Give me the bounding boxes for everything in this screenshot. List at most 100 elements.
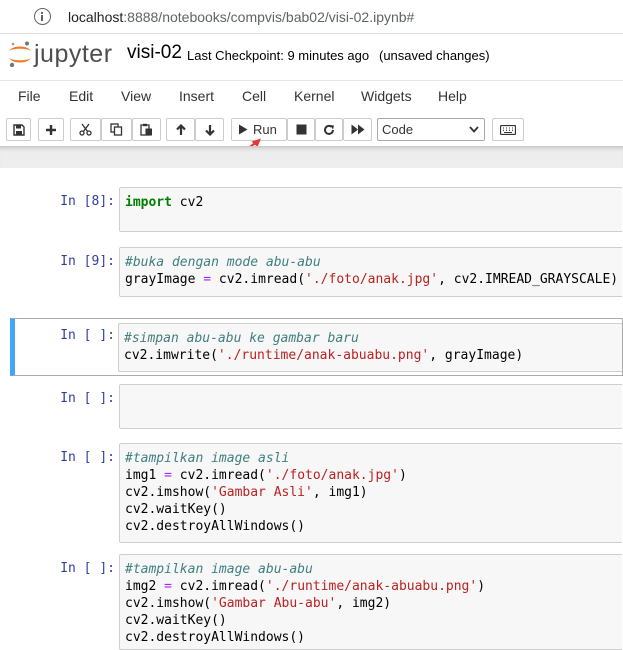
cell-input[interactable]: #buka dengan mode abu-abu grayImage = cv2… [119, 247, 622, 297]
code-line: cv2.waitKey() [125, 501, 617, 518]
string-token: './runtime/anak-abuabu.png' [217, 348, 430, 363]
code-token: cv2.imread( [171, 468, 266, 483]
move-up-button[interactable] [166, 118, 195, 141]
cell-code[interactable]: #tampilkan image abu-abu img2 = cv2.imrea… [120, 555, 622, 650]
code-line: img2 = cv2.imread('./runtime/anak-abuabu… [125, 578, 617, 595]
code-token: cv2.imread( [171, 579, 266, 594]
code-cell-1[interactable]: In [8]: import cv2 [10, 186, 623, 233]
code-token: cv2 [171, 195, 204, 210]
copy-icon [110, 123, 123, 136]
cell-input[interactable]: #tampilkan image abu-abu img2 = cv2.imrea… [119, 554, 622, 650]
command-palette-button[interactable] [492, 118, 524, 141]
string-token: './foto/anak.jpg' [265, 468, 399, 483]
cell-code[interactable]: #simpan abu-abu ke gambar baru cv2.imwrit… [119, 324, 622, 370]
notebook-container: In [8]: import cv2 In [9]: #buka dengan … [0, 168, 623, 650]
code-line: img1 = cv2.imread('./foto/anak.jpg') [125, 467, 617, 484]
code-token: img2 [125, 579, 165, 594]
save-icon [12, 123, 25, 136]
code-token: , img1) [312, 485, 368, 500]
cell-code[interactable]: #tampilkan image asli img1 = cv2.imread('… [120, 444, 622, 541]
comment-token: #tampilkan image asli [125, 451, 290, 466]
restart-button[interactable] [315, 118, 343, 141]
keyboard-icon [500, 124, 516, 135]
cell-type-value: Code [382, 122, 414, 137]
menu-widgets[interactable]: Widgets [361, 88, 412, 104]
menu-cell[interactable]: Cell [242, 88, 266, 104]
code-line: cv2.imwrite('./runtime/anak-abuabu.png',… [124, 347, 617, 364]
paste-button[interactable] [132, 118, 161, 141]
jupyter-logo-icon[interactable] [6, 40, 34, 70]
code-cell-6[interactable]: In [ ]: #tampilkan image abu-abu img2 = c… [10, 553, 623, 650]
comment-token: #simpan abu-abu ke gambar baru [124, 331, 359, 346]
cell-type-select[interactable]: Code [377, 118, 485, 141]
code-line: #buka dengan mode abu-abu [125, 254, 617, 271]
move-down-button[interactable] [195, 118, 224, 141]
code-token: cv2.imshow( [125, 485, 212, 500]
arrow-down-icon [204, 124, 215, 136]
plus-icon [46, 124, 56, 135]
cell-code[interactable]: #buka dengan mode abu-abu grayImage = cv2… [120, 248, 622, 294]
menu-file[interactable]: File [18, 88, 41, 104]
string-token: './foto/anak.jpg' [305, 272, 439, 287]
cell-input[interactable] [119, 384, 622, 429]
code-line: cv2.destroyAllWindows() [125, 629, 617, 646]
menu-view[interactable]: View [121, 88, 151, 104]
code-token: ) [398, 468, 407, 483]
fast-forward-icon [351, 124, 364, 135]
stop-icon [296, 124, 306, 135]
code-line: cv2.imshow('Gambar Asli', img1) [125, 484, 617, 501]
copy-button[interactable] [101, 118, 132, 141]
code-token: cv2.waitKey() [125, 613, 227, 628]
code-line: #tampilkan image asli [125, 450, 617, 467]
menu-edit[interactable]: Edit [69, 88, 93, 104]
cut-button[interactable] [70, 118, 101, 141]
code-line: import cv2 [125, 194, 617, 211]
code-token: img1 [125, 468, 165, 483]
code-cell-5[interactable]: In [ ]: #tampilkan image asli img1 = cv2.… [10, 442, 623, 543]
operator-token: = [164, 579, 172, 594]
address-bar[interactable]: localhost:8888/notebooks/compvis/bab02/v… [0, 0, 623, 34]
restart-run-all-button[interactable] [343, 118, 372, 141]
code-cell-2[interactable]: In [9]: #buka dengan mode abu-abu grayIma… [10, 246, 623, 297]
info-icon[interactable] [34, 8, 51, 25]
notebook-top-gap [0, 146, 623, 168]
toolbar: Run Code [0, 113, 623, 146]
code-line: cv2.waitKey() [125, 612, 617, 629]
cut-icon [79, 123, 92, 136]
url-text[interactable]: localhost:8888/notebooks/compvis/bab02/v… [68, 9, 414, 25]
code-token: cv2.imread( [211, 272, 306, 287]
save-button[interactable] [6, 118, 31, 141]
run-button-label: Run [253, 122, 277, 137]
code-cell-3-selected[interactable]: In [ ]: #simpan abu-abu ke gambar baru cv… [10, 318, 623, 376]
cell-prompt: In [ ]: [60, 561, 115, 576]
code-line: #tampilkan image abu-abu [125, 561, 617, 578]
code-token: , img2) [336, 596, 392, 611]
operator-token: = [164, 468, 172, 483]
cell-input[interactable]: import cv2 [119, 187, 622, 232]
code-token: , grayImage) [429, 348, 524, 363]
cell-prompt: In [ ]: [60, 450, 115, 465]
string-token: 'Gambar Abu-abu' [211, 596, 337, 611]
cell-input[interactable]: #tampilkan image asli img1 = cv2.imread('… [119, 443, 622, 543]
code-token: , cv2.IMREAD_GRAYSCALE) [438, 272, 619, 287]
cell-code[interactable]: import cv2 [120, 188, 622, 217]
interrupt-button[interactable] [287, 118, 315, 141]
menu-kernel[interactable]: Kernel [294, 88, 334, 104]
url-host: localhost [68, 9, 124, 25]
menu-insert[interactable]: Insert [179, 88, 214, 104]
code-cell-4[interactable]: In [ ]: [10, 383, 623, 429]
code-token: cv2.imwrite( [124, 348, 218, 363]
insert-cell-button[interactable] [38, 118, 64, 141]
cell-code[interactable] [120, 385, 622, 414]
brand-text[interactable]: jupyter [34, 40, 113, 69]
notebook-name[interactable]: visi-02 [127, 42, 182, 64]
url-path: :8888/notebooks/compvis/bab02/visi-02.ip… [123, 9, 415, 25]
cell-input[interactable]: #simpan abu-abu ke gambar baru cv2.imwrit… [118, 323, 622, 372]
cell-prompt: In [ ]: [60, 328, 115, 343]
code-line: cv2.destroyAllWindows() [125, 518, 617, 535]
notebook-header: jupyter visi-02 Last Checkpoint: 9 minut… [0, 34, 623, 78]
menu-help[interactable]: Help [438, 88, 467, 104]
cell-prompt: In [8]: [60, 194, 115, 209]
chevron-down-icon [469, 126, 479, 133]
